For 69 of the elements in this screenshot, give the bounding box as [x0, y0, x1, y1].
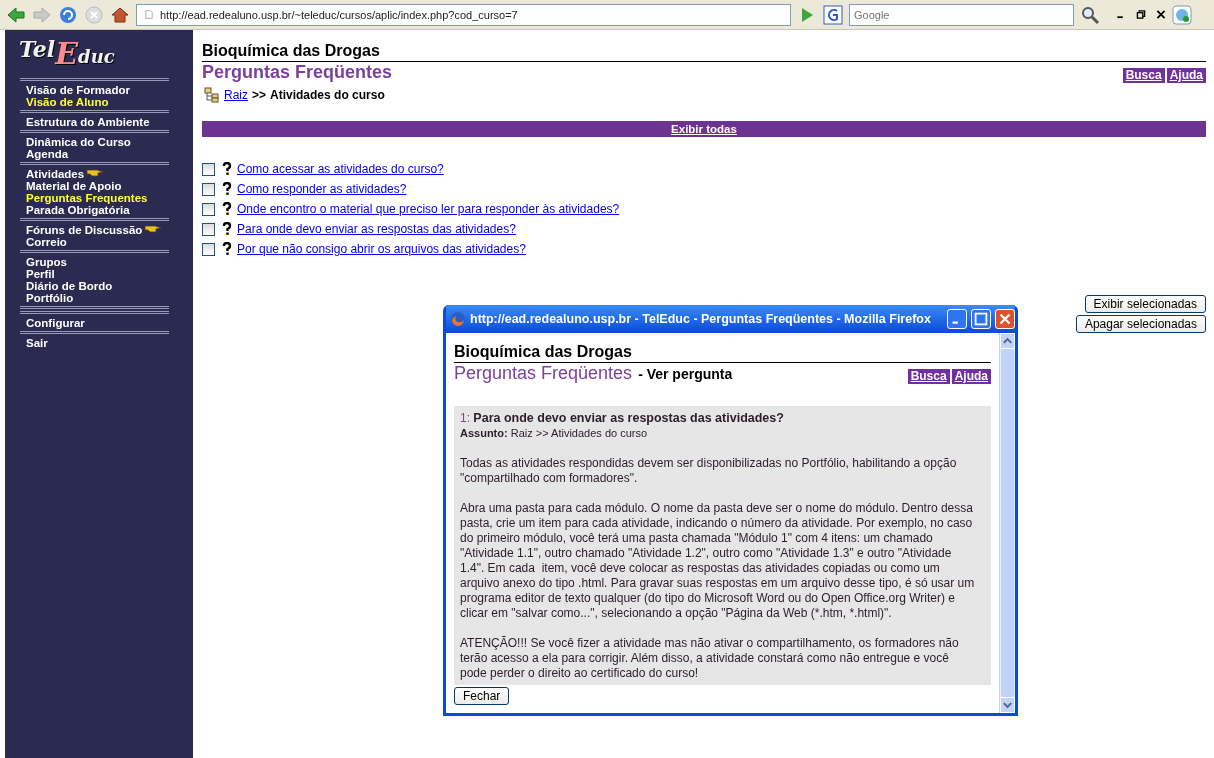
- question-heading: 1: Para onde devo enviar as respostas das atividades?: [460, 411, 785, 426]
- sidebar-link[interactable]: Sair: [26, 337, 169, 349]
- search-field[interactable]: Google: [849, 3, 1074, 26]
- sidebar-link[interactable]: Portfólio: [26, 292, 169, 304]
- question-mark-icon: [222, 242, 232, 256]
- scroll-up-icon[interactable]: [1000, 333, 1015, 349]
- show-all-link[interactable]: Exibir todas: [671, 123, 737, 135]
- sidebar-link[interactable]: Perguntas Frequentes: [26, 192, 169, 204]
- scroll-down-icon[interactable]: [1000, 697, 1015, 713]
- breadcrumb-current: Atividades do curso: [270, 88, 385, 102]
- back-arrow-icon[interactable]: [6, 4, 26, 25]
- address-field[interactable]: http://ead.redealuno.usp.br/~teleduc/cursos/aplic/index.php?cod_curso=7: [136, 3, 791, 26]
- header-link[interactable]: Busca: [1122, 68, 1165, 83]
- sidebar-link[interactable]: Perfil: [26, 268, 169, 280]
- subject-line: Assunto: Raiz >> Atividades do curso: [460, 426, 649, 441]
- answer-paragraph: ATENÇÃO!!! Se você fizer a atividade mas não ativar o compartilhamento, os formadores não terão acesso a ela para corrigir. Além disso, a atividade constará como não entregue e você pode perder o direito ao certificado do curso!: [460, 636, 960, 681]
- checkbox[interactable]: [202, 162, 215, 176]
- window-title: http://ead.redealuno.usp.br - TelEduc - Perguntas Freqüentes - Mozilla Firefox: [470, 312, 932, 326]
- question-link[interactable]: Como responder as atividades?: [237, 182, 407, 196]
- section-title: Perguntas Freqüentes: [202, 62, 393, 83]
- sidebar-link[interactable]: Diário de Bordo: [26, 280, 169, 292]
- close-button[interactable]: Fechar: [454, 687, 510, 705]
- breadcrumb-separator: >>: [252, 88, 267, 102]
- header-link[interactable]: Busca: [907, 369, 950, 384]
- answer-paragraph: Abra uma pasta para cada módulo. O nome da pasta deve ser o nome do módulo. Dentro dessa pasta, crie um item para cada atividade, indicando o número da atividade. Por exemplo, no caso do primeiro módulo, você terá uma pasta chamada "Módulo 1" com 4 itens: um chamado "Atividade 1.1", outro chamado "Atividade 1.2", outro como "Atividade 1.3" e outro "Atividade 1.4". Em cada item, você deve colocar as respostas das atividades copiadas ou como um arquivo anexo do tipo .html. Para gravar suas respostas em um arquivo desse tipo, é só usar um programa editor de texto qualquer (do tipo do Microsoft Word ou do Open Office.org Writer) e clicar em "salvar como...", selecionando a opção "Página da Web (*.htm, *.html)".: [460, 501, 975, 621]
- search-icon[interactable]: [1080, 4, 1100, 25]
- sidebar-link[interactable]: Grupos: [26, 256, 169, 268]
- sidebar-link[interactable]: Parada Obrigatória: [26, 204, 169, 216]
- header-link[interactable]: Ajuda: [951, 369, 991, 384]
- question-mark-icon: [222, 162, 232, 176]
- scroll-thumb[interactable]: [1001, 349, 1014, 697]
- sidebar-link[interactable]: Atividades: [26, 168, 169, 180]
- sidebar-link[interactable]: Agenda: [26, 148, 169, 160]
- section-subtitle: - Ver pergunta: [638, 366, 733, 382]
- sidebar-link[interactable]: Visão de Aluno: [26, 96, 169, 108]
- question-link[interactable]: Como acessar as atividades do curso?: [237, 162, 444, 176]
- question-mark-icon: [222, 182, 232, 196]
- checkbox[interactable]: [202, 242, 215, 256]
- scrollbar[interactable]: [999, 333, 1015, 713]
- question-mark-icon: [222, 202, 232, 216]
- folder-tree-icon: [204, 87, 220, 103]
- course-title: Bioquímica das Drogas: [454, 343, 991, 363]
- answer-paragraph: Todas as atividades respondidas devem ser disponibilizadas no Portfólio, habilitando a opção "compartilhado com formadores".: [460, 456, 958, 486]
- course-title: Bioquímica das Drogas: [202, 42, 1206, 62]
- header-link[interactable]: Ajuda: [1166, 68, 1206, 83]
- action-button[interactable]: Exibir selecionadas: [1084, 295, 1206, 313]
- reload-icon[interactable]: [58, 4, 78, 25]
- checkbox[interactable]: [202, 222, 215, 236]
- sidebar-link[interactable]: Material de Apoio: [26, 180, 169, 192]
- restore-icon[interactable]: [1136, 10, 1146, 19]
- question-link[interactable]: Onde encontro o material que preciso ler para responder às atividades?: [237, 202, 620, 216]
- question-mark-icon: [222, 222, 232, 236]
- sidebar-link[interactable]: Fóruns de Discussão: [26, 224, 169, 236]
- question-link[interactable]: Para onde devo enviar as respostas das atividades?: [237, 222, 516, 236]
- sidebar-link[interactable]: Dinâmica do Curso: [26, 136, 169, 148]
- sidebar-link[interactable]: Configurar: [26, 317, 169, 329]
- close-icon[interactable]: [1156, 10, 1166, 19]
- page-icon: [143, 10, 155, 19]
- section-title: Perguntas Freqüentes: [454, 363, 633, 384]
- sidebar-link[interactable]: Estrutura do Ambiente: [26, 116, 169, 128]
- google-logo-icon[interactable]: [823, 4, 843, 25]
- question-link[interactable]: Por que não consigo abrir os arquivos das atividades?: [237, 242, 526, 256]
- checkbox[interactable]: [202, 202, 215, 216]
- checkbox[interactable]: [202, 182, 215, 196]
- action-button[interactable]: Apagar selecionadas: [1075, 315, 1206, 333]
- sidebar-link[interactable]: Correio: [26, 236, 169, 248]
- sidebar-link[interactable]: Visão de Formador: [26, 84, 169, 96]
- breadcrumb-link[interactable]: Raiz: [224, 88, 248, 102]
- maximize-icon[interactable]: [971, 309, 991, 329]
